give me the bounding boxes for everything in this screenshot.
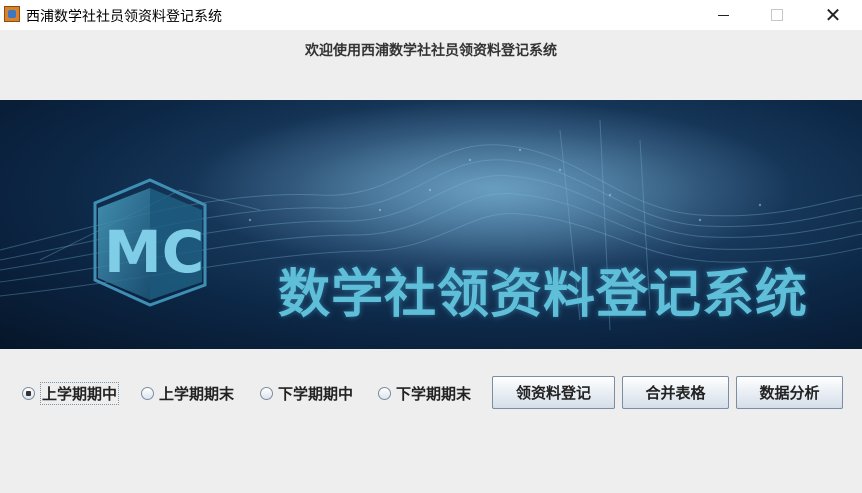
- merge-tables-button[interactable]: 合并表格: [622, 376, 729, 409]
- java-cup-icon: [4, 6, 20, 22]
- window-title: 西浦数学社社员领资料登记系统: [26, 9, 222, 25]
- radio-label: 上学期期中: [40, 381, 120, 405]
- svg-text:MC: MC: [104, 218, 204, 286]
- minimize-icon: [717, 14, 729, 16]
- radio-selected-icon: [22, 386, 35, 400]
- radio-unselected-icon: [260, 386, 273, 400]
- radio-unselected-icon: [141, 386, 154, 400]
- radio-label: 下学期期末: [396, 384, 472, 403]
- register-materials-button[interactable]: 领资料登记: [492, 376, 615, 409]
- radio-unselected-icon: [378, 386, 391, 400]
- window-titlebar: 西浦数学社社员领资料登记系统 ✕: [0, 0, 862, 30]
- radio-semester2-midterm[interactable]: 下学期期中: [260, 381, 353, 405]
- banner-title: 数学社领资料登记系统: [278, 265, 809, 325]
- maximize-button[interactable]: [754, 0, 800, 30]
- radio-label: 上学期期末: [159, 384, 235, 403]
- radio-semester1-midterm[interactable]: 上学期期中: [22, 381, 120, 405]
- close-button[interactable]: ✕: [810, 0, 856, 30]
- data-analysis-button[interactable]: 数据分析: [736, 376, 843, 409]
- minimize-button[interactable]: [700, 0, 746, 30]
- radio-label: 下学期期中: [278, 384, 354, 403]
- maximize-icon: [771, 9, 783, 21]
- control-bar: 上学期期中 上学期期末 下学期期中 下学期期末 领资料登记 合并表格 数据分析: [0, 372, 862, 416]
- radio-semester2-final[interactable]: 下学期期末: [378, 381, 471, 405]
- welcome-heading: 欢迎使用西浦数学社社员领资料登记系统: [305, 43, 557, 59]
- radio-semester1-final[interactable]: 上学期期末: [141, 381, 234, 405]
- banner-image: MC 数学社领资料登记系统: [0, 100, 862, 349]
- close-icon: ✕: [824, 3, 842, 27]
